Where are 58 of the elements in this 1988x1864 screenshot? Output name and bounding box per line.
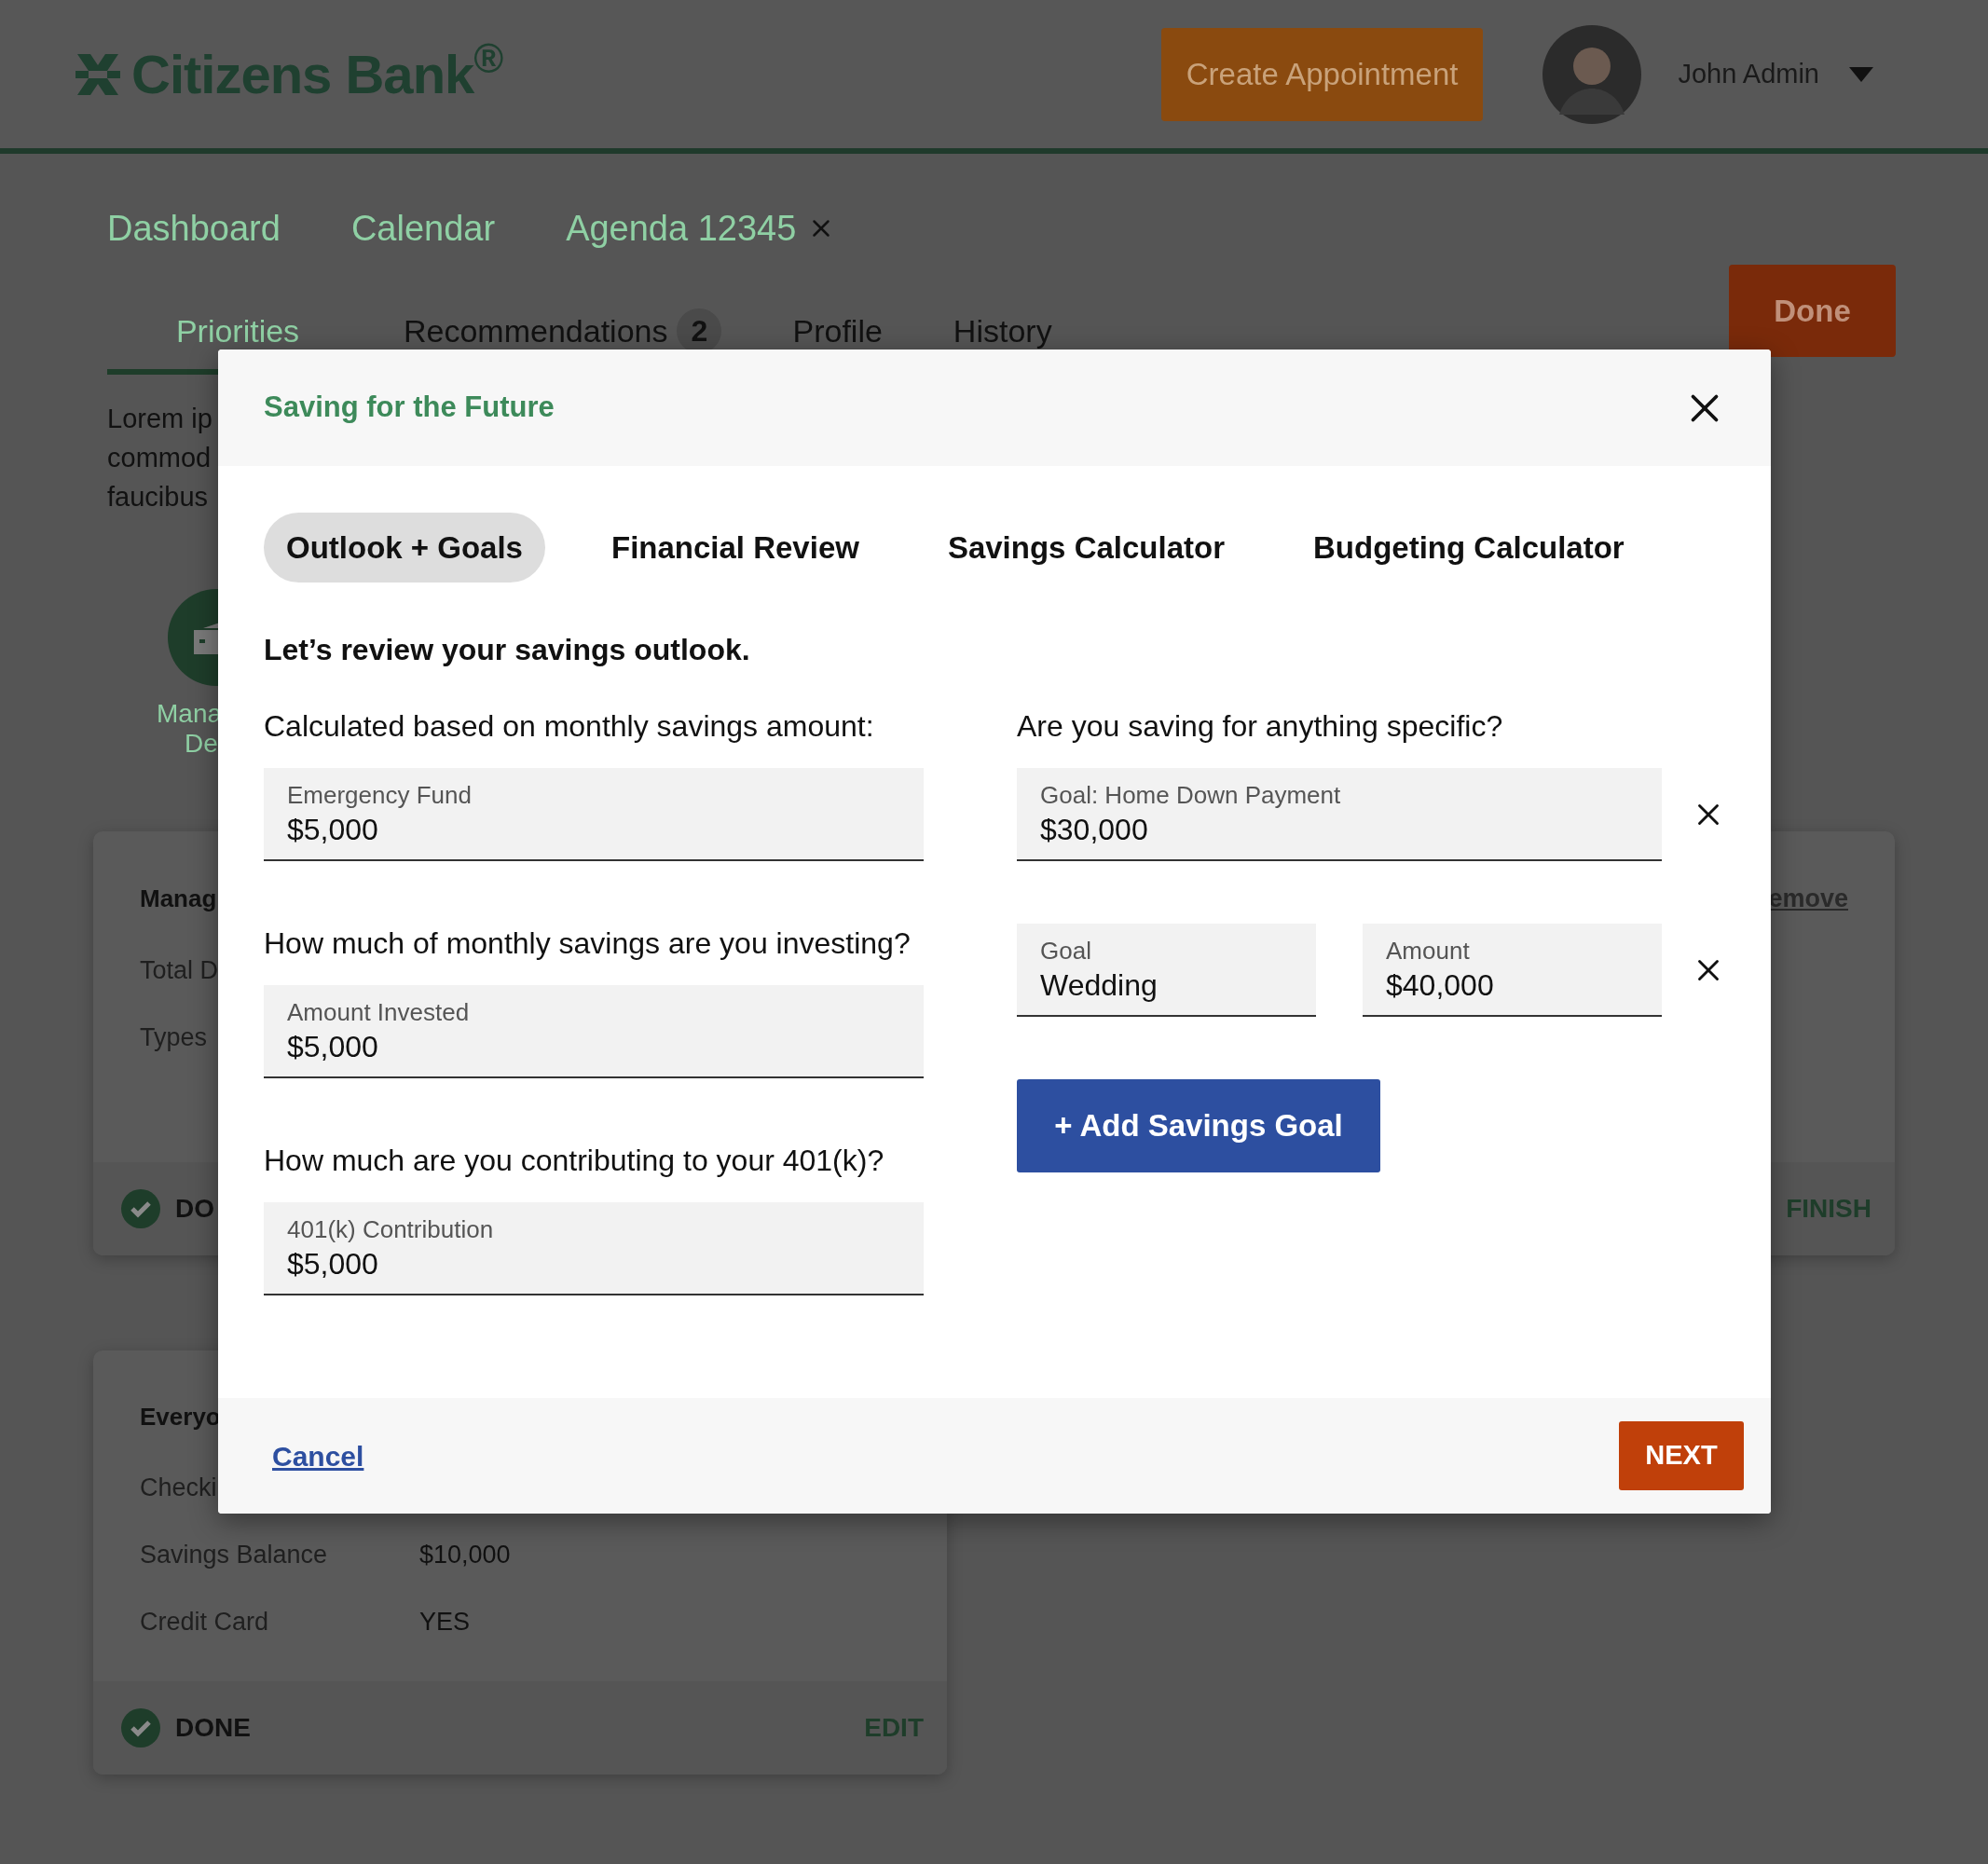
status-label: DONE xyxy=(175,1712,251,1744)
field-label: Amount xyxy=(1386,936,1471,966)
section-heading: Let’s review your savings outlook. xyxy=(263,632,751,668)
row-value: $10,000 xyxy=(419,1540,511,1569)
field-value: $5,000 xyxy=(287,1029,379,1065)
next-button[interactable]: NEXT xyxy=(1619,1421,1744,1490)
field-label: 401(k) Contribution xyxy=(287,1214,495,1245)
question-text: Calculated based on monthly savings amount: xyxy=(264,708,875,745)
modal-tab[interactable]: Financial Review xyxy=(588,513,882,582)
field-label: Emergency Fund xyxy=(287,780,473,811)
field-value: $40,000 xyxy=(1386,967,1495,1004)
question-text: Are you saving for anything specific? xyxy=(1017,708,1504,745)
row-label: Savings Balance xyxy=(140,1540,329,1569)
modal-title: Saving for the Future xyxy=(264,390,555,426)
intro-text: Lorem ip xyxy=(107,403,213,435)
intro-text: faucibus xyxy=(107,481,208,514)
modal-tab[interactable]: Outlook + Goals xyxy=(264,513,545,582)
dropdown-caret-icon[interactable] xyxy=(1849,66,1873,82)
question-text: How much of monthly savings are you investing? xyxy=(264,925,912,962)
card-title: Everyo xyxy=(140,1402,221,1432)
add-savings-goal-button[interactable]: + Add Savings Goal xyxy=(1017,1079,1380,1172)
status-label: DO xyxy=(175,1193,214,1225)
row-label: Types xyxy=(140,1021,208,1052)
nav-link[interactable]: Dashboard xyxy=(107,201,281,255)
field-value: $5,000 xyxy=(287,1246,379,1282)
intro-text: commod xyxy=(107,442,212,474)
card-title: Manag xyxy=(140,883,217,914)
logo-text: Citizens Bank$^{®}$ xyxy=(131,35,503,106)
field-label: Goal xyxy=(1040,936,1092,966)
field-label: Goal: Home Down Payment xyxy=(1040,780,1342,811)
field-label: Amount Invested xyxy=(287,997,471,1028)
user-name[interactable]: John Admin xyxy=(1678,53,1819,95)
field-value: Wedding xyxy=(1040,967,1159,1004)
field-value: $5,000 xyxy=(287,812,379,848)
nav-link[interactable]: Agenda 12345 xyxy=(566,201,836,255)
modal-tab[interactable]: Savings Calculator xyxy=(925,513,1247,582)
check-icon xyxy=(121,1708,160,1748)
row-label: Total D xyxy=(140,954,219,985)
modal-tab[interactable]: Budgeting Calculator xyxy=(1291,513,1647,582)
cancel-link[interactable]: Cancel xyxy=(272,1434,364,1477)
row-label: Credit Card xyxy=(140,1607,270,1637)
input-field[interactable]: Goal Wedding xyxy=(1017,924,1316,1017)
create-appointment-button[interactable]: Create Appointment xyxy=(1160,27,1484,121)
input-field[interactable]: Goal: Home Down Payment $30,000 xyxy=(1017,768,1662,861)
tab[interactable]: Profile xyxy=(757,293,918,375)
check-icon xyxy=(121,1189,160,1228)
question-text: How much are you contributing to your 401(k)? xyxy=(264,1143,885,1179)
row-label: Checki xyxy=(140,1473,217,1502)
tab[interactable]: History xyxy=(917,293,1088,375)
input-field[interactable]: Emergency Fund $5,000 xyxy=(264,768,924,861)
input-field[interactable]: 401(k) Contribution $5,000 xyxy=(264,1202,924,1295)
row-value: YES xyxy=(419,1607,471,1637)
input-field[interactable]: Amount Invested $5,000 xyxy=(264,985,924,1078)
nav-link[interactable]: Calendar xyxy=(350,201,496,255)
feature-label[interactable]: De xyxy=(185,729,218,759)
field-value: $30,000 xyxy=(1040,812,1149,848)
done-button[interactable]: Done xyxy=(1729,265,1896,357)
input-field[interactable]: Amount $40,000 xyxy=(1363,924,1662,1017)
